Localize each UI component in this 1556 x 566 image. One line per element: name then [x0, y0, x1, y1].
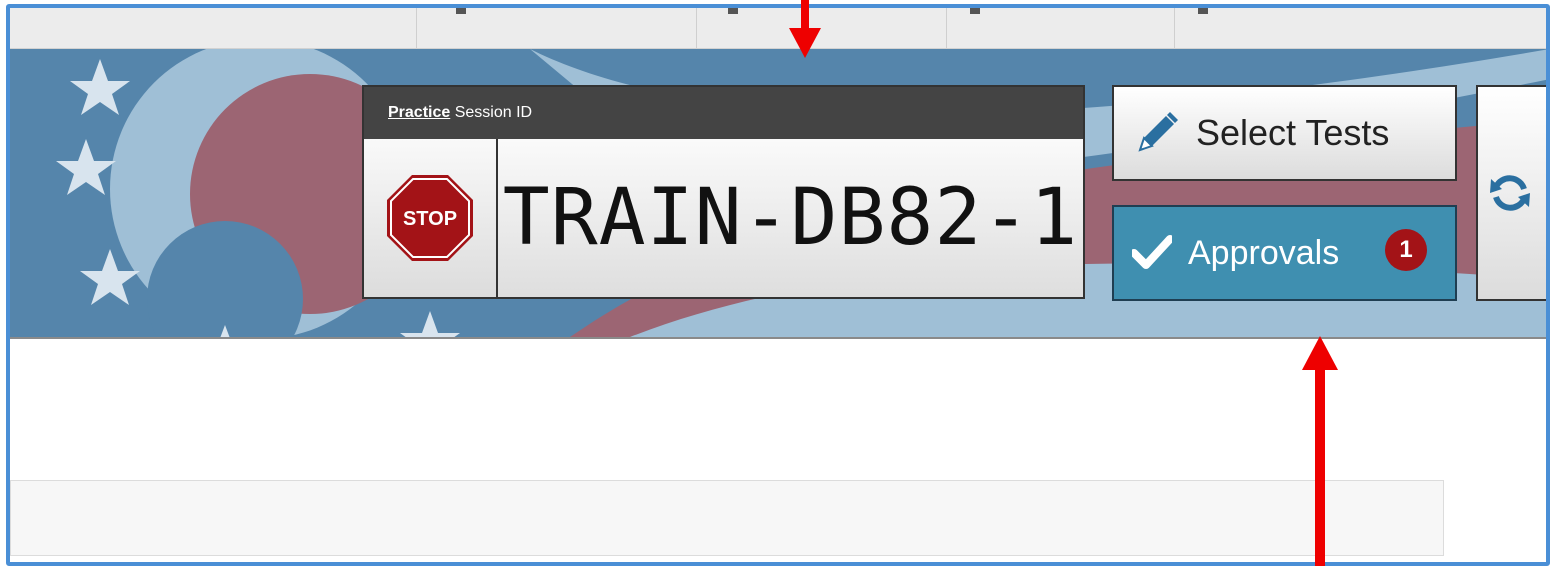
annotation-arrow-up — [1302, 336, 1338, 566]
content-panel — [10, 480, 1444, 556]
approvals-button[interactable]: Approvals 1 — [1112, 205, 1457, 301]
select-tests-button[interactable]: Select Tests — [1112, 85, 1457, 181]
select-tests-label: Select Tests — [1196, 112, 1390, 153]
tab-glyph-fragment — [728, 8, 738, 14]
stop-sign-text: STOP — [403, 208, 457, 230]
session-id-label: Session ID — [454, 104, 533, 121]
tab-divider — [696, 8, 697, 48]
tab-glyph-fragment — [970, 8, 980, 14]
practice-mode-label: Practice — [388, 104, 451, 121]
session-id-value: TRAIN-DB82-1 — [498, 139, 1083, 297]
session-body: STOP TRAIN-DB82-1 — [364, 139, 1083, 297]
tab-glyph-fragment — [456, 8, 466, 14]
refresh-button[interactable] — [1476, 85, 1546, 301]
stop-session-button[interactable]: STOP — [364, 139, 498, 297]
state-flag-banner: Practice Session ID STOP TRAIN-DB82-1 Se… — [10, 49, 1546, 339]
tab-divider — [946, 8, 947, 48]
stop-sign-icon: STOP — [387, 175, 473, 261]
annotation-arrow-down — [789, 0, 821, 58]
refresh-icon — [1488, 171, 1532, 215]
session-header: Practice Session ID — [364, 87, 1083, 139]
tab-glyph-fragment — [1198, 8, 1208, 14]
tab-divider — [1174, 8, 1175, 48]
approvals-label: Approvals — [1188, 233, 1340, 272]
tab-divider — [416, 8, 417, 48]
checkmark-icon — [1132, 235, 1172, 271]
approvals-count-badge: 1 — [1385, 229, 1427, 271]
session-id-panel: Practice Session ID STOP TRAIN-DB82-1 — [362, 85, 1085, 299]
pencil-icon — [1134, 110, 1180, 156]
top-tab-strip — [10, 8, 1546, 49]
